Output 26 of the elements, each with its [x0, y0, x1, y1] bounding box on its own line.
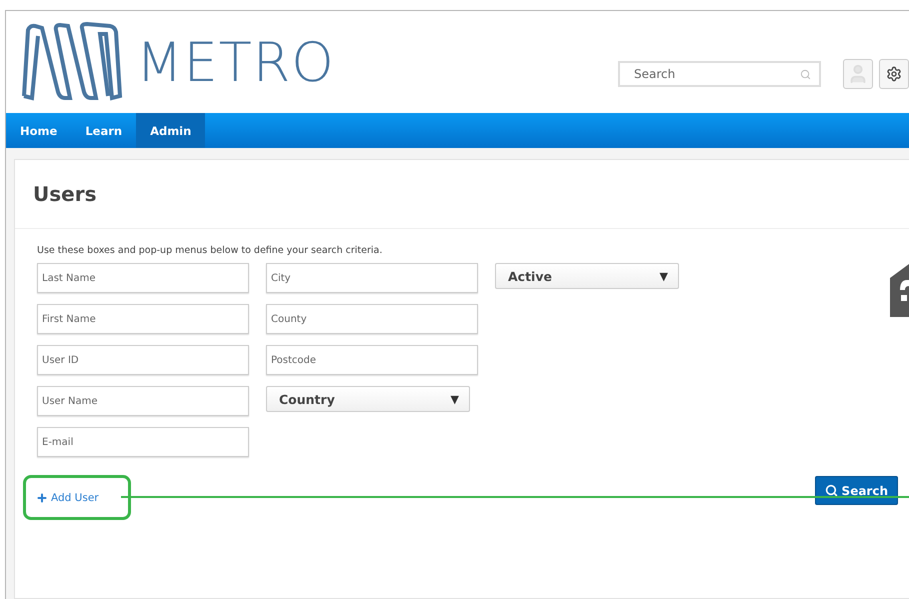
search-button[interactable]: Search: [814, 476, 898, 505]
status-dropdown[interactable]: Active ▼: [495, 263, 679, 289]
input-field[interactable]: Postcode: [266, 345, 478, 375]
input-field[interactable]: User Name: [37, 386, 249, 416]
plus-icon: [36, 492, 48, 504]
input-field[interactable]: City: [266, 263, 478, 293]
search-field[interactable]: Search: [632, 66, 800, 82]
nav-tab[interactable]: Learn: [71, 113, 136, 148]
search-icon: [824, 484, 838, 497]
input-field[interactable]: E-mail: [37, 427, 249, 457]
help-icon: [890, 264, 909, 317]
input-field[interactable]: First Name: [37, 304, 249, 334]
search-box[interactable]: Search: [618, 61, 821, 87]
input-field[interactable]: Last Name: [37, 263, 249, 293]
add-user-link[interactable]: Add User: [36, 492, 99, 504]
input-field[interactable]: County: [266, 304, 478, 334]
search-icon: [800, 68, 811, 80]
settings-button[interactable]: [879, 59, 909, 89]
country-dropdown[interactable]: Country ▼: [266, 386, 470, 412]
input-field[interactable]: User ID: [37, 345, 249, 375]
nav-tab[interactable]: Home: [6, 113, 72, 148]
instructions-text: Use these boxes and pop-up menus below to define your search criteria.: [37, 245, 384, 256]
logo-text: METRO: [136, 30, 335, 94]
page-title: Users: [33, 182, 96, 206]
nav-tab[interactable]: Admin: [136, 113, 206, 148]
settings-icon: [886, 66, 902, 82]
